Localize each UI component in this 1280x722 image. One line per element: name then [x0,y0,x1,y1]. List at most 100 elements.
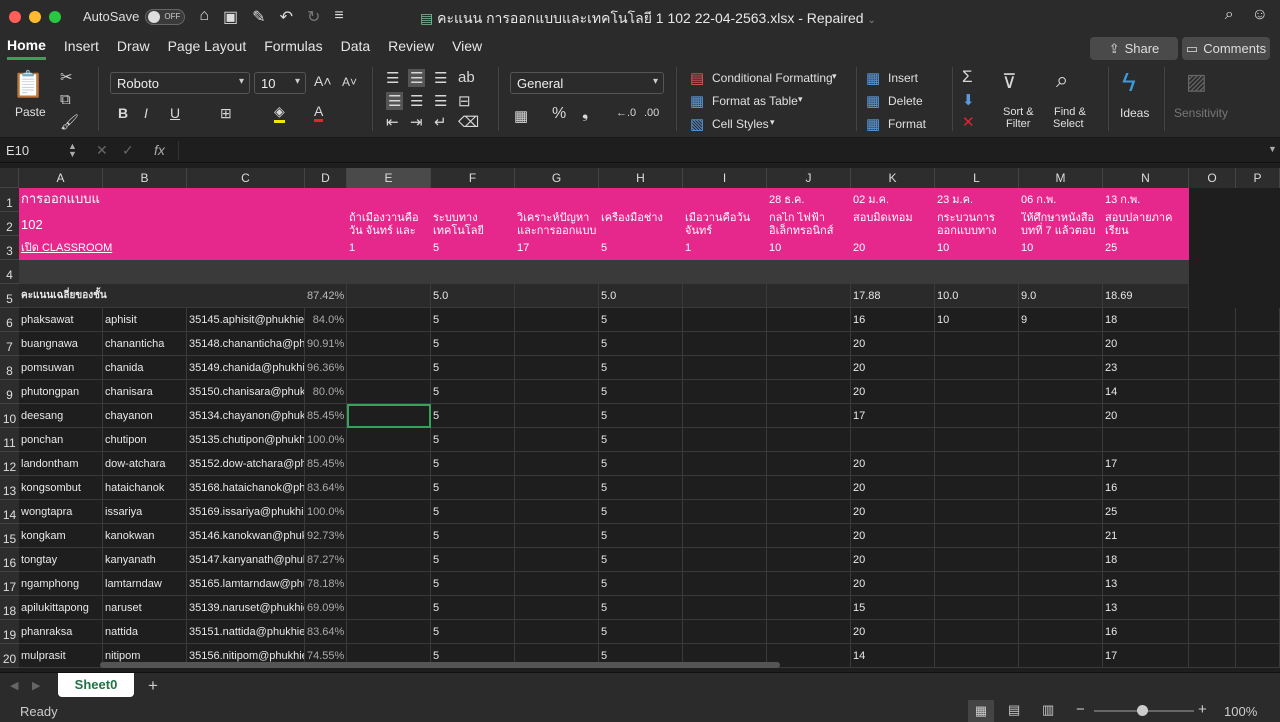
row-header-7[interactable]: 7 [0,332,19,356]
column-header-p[interactable]: P [1236,168,1280,188]
cell-h18[interactable]: 5 [599,596,683,620]
cell-l8[interactable] [935,356,1019,380]
cell-k16[interactable]: 20 [851,548,935,572]
cell-o16[interactable] [1189,548,1236,572]
cell-o6[interactable] [1189,308,1236,332]
cell-f12[interactable]: 5 [431,452,515,476]
italic-icon[interactable]: I [144,105,148,121]
cell-k20[interactable]: 14 [851,644,935,668]
cell-d18[interactable]: 69.09% [305,596,347,620]
conditional-formatting-button[interactable]: Conditional Formatting [712,71,833,85]
cell-a14[interactable]: wongtapra [19,500,103,524]
cancel-icon[interactable]: ✕ [96,142,108,159]
column-header-o[interactable]: O [1189,168,1236,188]
cell-d11[interactable]: 100.0% [305,428,347,452]
page-break-view-icon[interactable]: ▥ [1042,702,1054,718]
comma-icon[interactable]: ❟ [582,105,588,123]
cell-p13[interactable] [1236,476,1280,500]
cell-i6[interactable] [683,308,767,332]
row-header-13[interactable]: 13 [0,476,19,500]
cell-e12[interactable] [347,452,431,476]
copy-icon[interactable]: ⧉ [60,91,71,108]
sensitivity-label[interactable]: Sensitivity [1174,106,1228,120]
cell-m7[interactable] [1019,332,1103,356]
decrease-font-icon[interactable]: A˅ [342,75,357,89]
undo-icon[interactable]: ↶ [280,7,293,27]
cell-d19[interactable]: 83.64% [305,620,347,644]
fill-icon[interactable]: ⬇ [962,91,975,109]
cell-i8[interactable] [683,356,767,380]
font-size-select[interactable]: 10 ▾ [254,72,306,94]
cell-o17[interactable] [1189,572,1236,596]
cell-k17[interactable]: 20 [851,572,935,596]
cell-j13[interactable] [767,476,851,500]
find-select-icon[interactable]: ⌕ [1056,67,1068,93]
cell-o10[interactable] [1189,404,1236,428]
column-header-a[interactable]: A [19,168,103,188]
cell-a10[interactable]: deesang [19,404,103,428]
cell-b9[interactable]: chanisara [103,380,187,404]
column-header-h[interactable]: H [599,168,683,188]
increase-indent-icon[interactable]: ⇥ [410,113,423,131]
row-header-17[interactable]: 17 [0,572,19,596]
cell-j17[interactable] [767,572,851,596]
cell-e19[interactable] [347,620,431,644]
row-header-11[interactable]: 11 [0,428,19,452]
cell-h16[interactable]: 5 [599,548,683,572]
cell-n13[interactable]: 16 [1103,476,1189,500]
cell-f9[interactable]: 5 [431,380,515,404]
cell-n11[interactable] [1103,428,1189,452]
cell-p17[interactable] [1236,572,1280,596]
sensitivity-icon[interactable]: ▨ [1186,69,1207,95]
find-select-label-1[interactable]: Find & [1054,106,1086,118]
search-icon[interactable]: ⌕ [1225,6,1234,24]
cell-m12[interactable] [1019,452,1103,476]
row-header-2[interactable]: 2 [0,212,19,236]
edit-icon[interactable]: ✎ [252,7,265,27]
cell-f13[interactable]: 5 [431,476,515,500]
cell-i11[interactable] [683,428,767,452]
cell-a13[interactable]: kongsombut [19,476,103,500]
cell-m19[interactable] [1019,620,1103,644]
cell-c7[interactable]: 35148.chananticha@phu [187,332,305,356]
increase-font-icon[interactable]: A˄ [314,73,332,89]
row-header-15[interactable]: 15 [0,524,19,548]
format-cells-icon[interactable]: ▦ [866,115,880,133]
cell-n12[interactable]: 17 [1103,452,1189,476]
cell-o19[interactable] [1189,620,1236,644]
underline-icon[interactable]: U [170,105,180,121]
cell-a6[interactable]: phaksawat [19,308,103,332]
delete-cells-icon[interactable]: ▦ [866,92,880,110]
prev-sheet-icon[interactable]: ◀ [10,679,18,692]
cell-n10[interactable]: 20 [1103,404,1189,428]
cell-k8[interactable]: 20 [851,356,935,380]
cell-i17[interactable] [683,572,767,596]
delete-button[interactable]: Delete [888,94,923,108]
conditional-formatting-icon[interactable]: ▤ [690,69,704,87]
tab-data[interactable]: Data [341,38,371,58]
cell-p14[interactable] [1236,500,1280,524]
cell-b6[interactable]: aphisit [103,308,187,332]
cell-n16[interactable]: 18 [1103,548,1189,572]
row-header-12[interactable]: 12 [0,452,19,476]
enter-icon[interactable]: ✓ [122,142,134,159]
cell-k6[interactable]: 16 [851,308,935,332]
cell-c14[interactable]: 35169.issariya@phukhie [187,500,305,524]
cell-f7[interactable]: 5 [431,332,515,356]
row-header-19[interactable]: 19 [0,620,19,644]
cell-g19[interactable] [515,620,599,644]
horizontal-scrollbar[interactable] [100,662,780,668]
cell-f17[interactable]: 5 [431,572,515,596]
cell-i7[interactable] [683,332,767,356]
autosum-icon[interactable]: Σ [962,67,973,87]
home-icon[interactable]: ⌂ [199,7,209,27]
cell-n15[interactable]: 21 [1103,524,1189,548]
cell-p6[interactable] [1236,308,1280,332]
cell-o20[interactable] [1189,644,1236,668]
column-header-c[interactable]: C [187,168,305,188]
wrap-text-icon[interactable]: ↵ [434,113,447,131]
cell-l14[interactable] [935,500,1019,524]
column-header-f[interactable]: F [431,168,515,188]
cell-d17[interactable]: 78.18% [305,572,347,596]
cell-e7[interactable] [347,332,431,356]
